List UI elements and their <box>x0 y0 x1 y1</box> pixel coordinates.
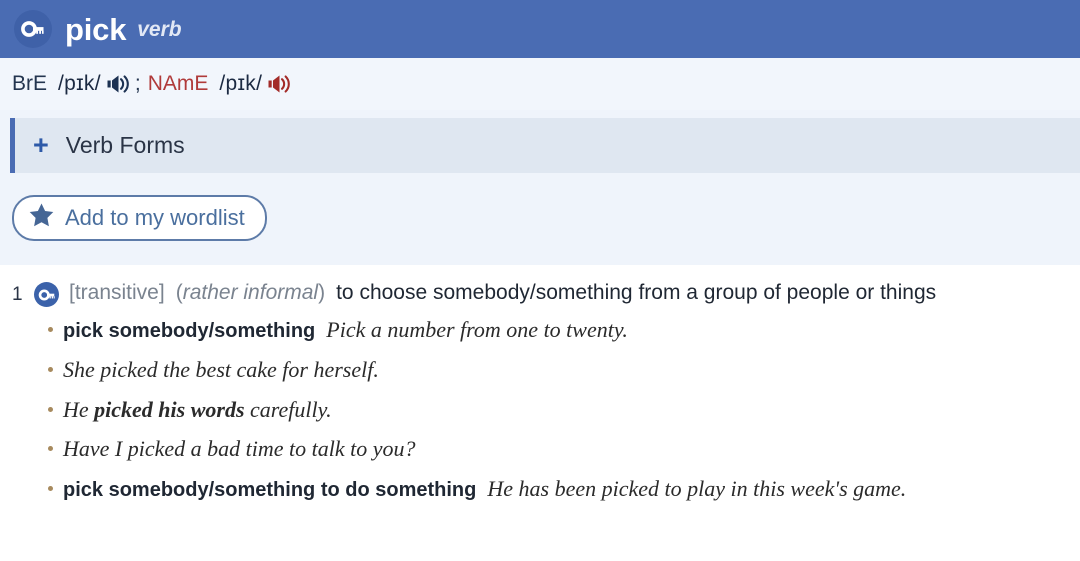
example-item: pick somebody/something to do something H… <box>48 475 1070 504</box>
grammar-label: [transitive] <box>69 281 165 304</box>
register-open-paren: ( <box>175 281 183 304</box>
dictionary-entry-page: pick verb BrE /pɪk/ ; NAmE /pɪk/ + Verb … <box>0 0 1080 561</box>
example-pattern: pick somebody/something to do something <box>63 478 477 501</box>
example-sentence-post: carefully. <box>244 396 332 422</box>
register-close-paren: ) <box>318 281 326 304</box>
wordlist-row: Add to my wordlist <box>0 181 1080 265</box>
oxford-key-icon <box>14 10 52 48</box>
bre-speaker-icon[interactable] <box>106 73 132 95</box>
entry-header: pick verb <box>0 0 1080 58</box>
add-to-wordlist-label: Add to my wordlist <box>65 204 245 230</box>
add-to-wordlist-button[interactable]: Add to my wordlist <box>12 195 267 241</box>
example-sentence: He has been picked to play in this week'… <box>487 475 907 501</box>
definition-text: [transitive] (rather informal) to choose s… <box>69 279 936 307</box>
example-sentence-highlight: picked his words <box>94 397 244 422</box>
oxford-key-icon <box>34 282 59 307</box>
example-sentence-pre: He <box>63 396 95 422</box>
headword: pick <box>65 11 127 47</box>
example-sentence: Have I picked a bad time to talk to you? <box>63 436 416 462</box>
example-sentence: She picked the best cake for herself. <box>63 356 379 382</box>
example-item: pick somebody/something Pick a number fro… <box>48 316 1070 345</box>
examples-list: pick somebody/something Pick a number fro… <box>34 316 1070 503</box>
verb-forms-toggle[interactable]: + Verb Forms <box>10 118 1080 173</box>
example-sentence: Pick a number from one to twenty. <box>326 317 628 343</box>
name-label: NAmE <box>147 72 209 95</box>
name-phonetic: /pɪk/ <box>219 72 263 95</box>
example-bold: picked his words <box>94 396 245 422</box>
bre-label: BrE <box>12 72 48 95</box>
example-pattern: pick somebody/something <box>63 320 316 343</box>
example-item: She picked the best cake for herself. <box>48 356 1070 385</box>
part-of-speech: verb <box>137 17 182 41</box>
bre-phonetic: /pɪk/ <box>58 72 101 95</box>
definition-line: [transitive] (rather informal) to choose s… <box>34 279 1070 307</box>
example-item: Have I picked a bad time to talk to you? <box>48 435 1070 464</box>
pronunciation-separator: ; <box>134 72 141 95</box>
name-speaker-icon[interactable] <box>267 73 293 95</box>
pronunciation-bar: BrE /pɪk/ ; NAmE /pɪk/ <box>0 58 1080 110</box>
definition: to choose somebody/something from a grou… <box>336 281 937 304</box>
example-item: He picked his words carefully. <box>48 396 1070 425</box>
star-icon <box>28 202 55 233</box>
register-label: rather informal <box>182 281 319 304</box>
plus-icon[interactable]: + <box>33 132 49 159</box>
sense-body: [transitive] (rather informal) to choose s… <box>34 279 1070 514</box>
verb-forms-label: Verb Forms <box>65 132 185 158</box>
sense-block: 1 [transitive] (rather informal) to choose… <box>0 279 1080 514</box>
verb-forms-section: + Verb Forms <box>0 110 1080 181</box>
senses-list: 1 [transitive] (rather informal) to choose… <box>0 265 1080 515</box>
sense-number: 1 <box>12 284 23 305</box>
